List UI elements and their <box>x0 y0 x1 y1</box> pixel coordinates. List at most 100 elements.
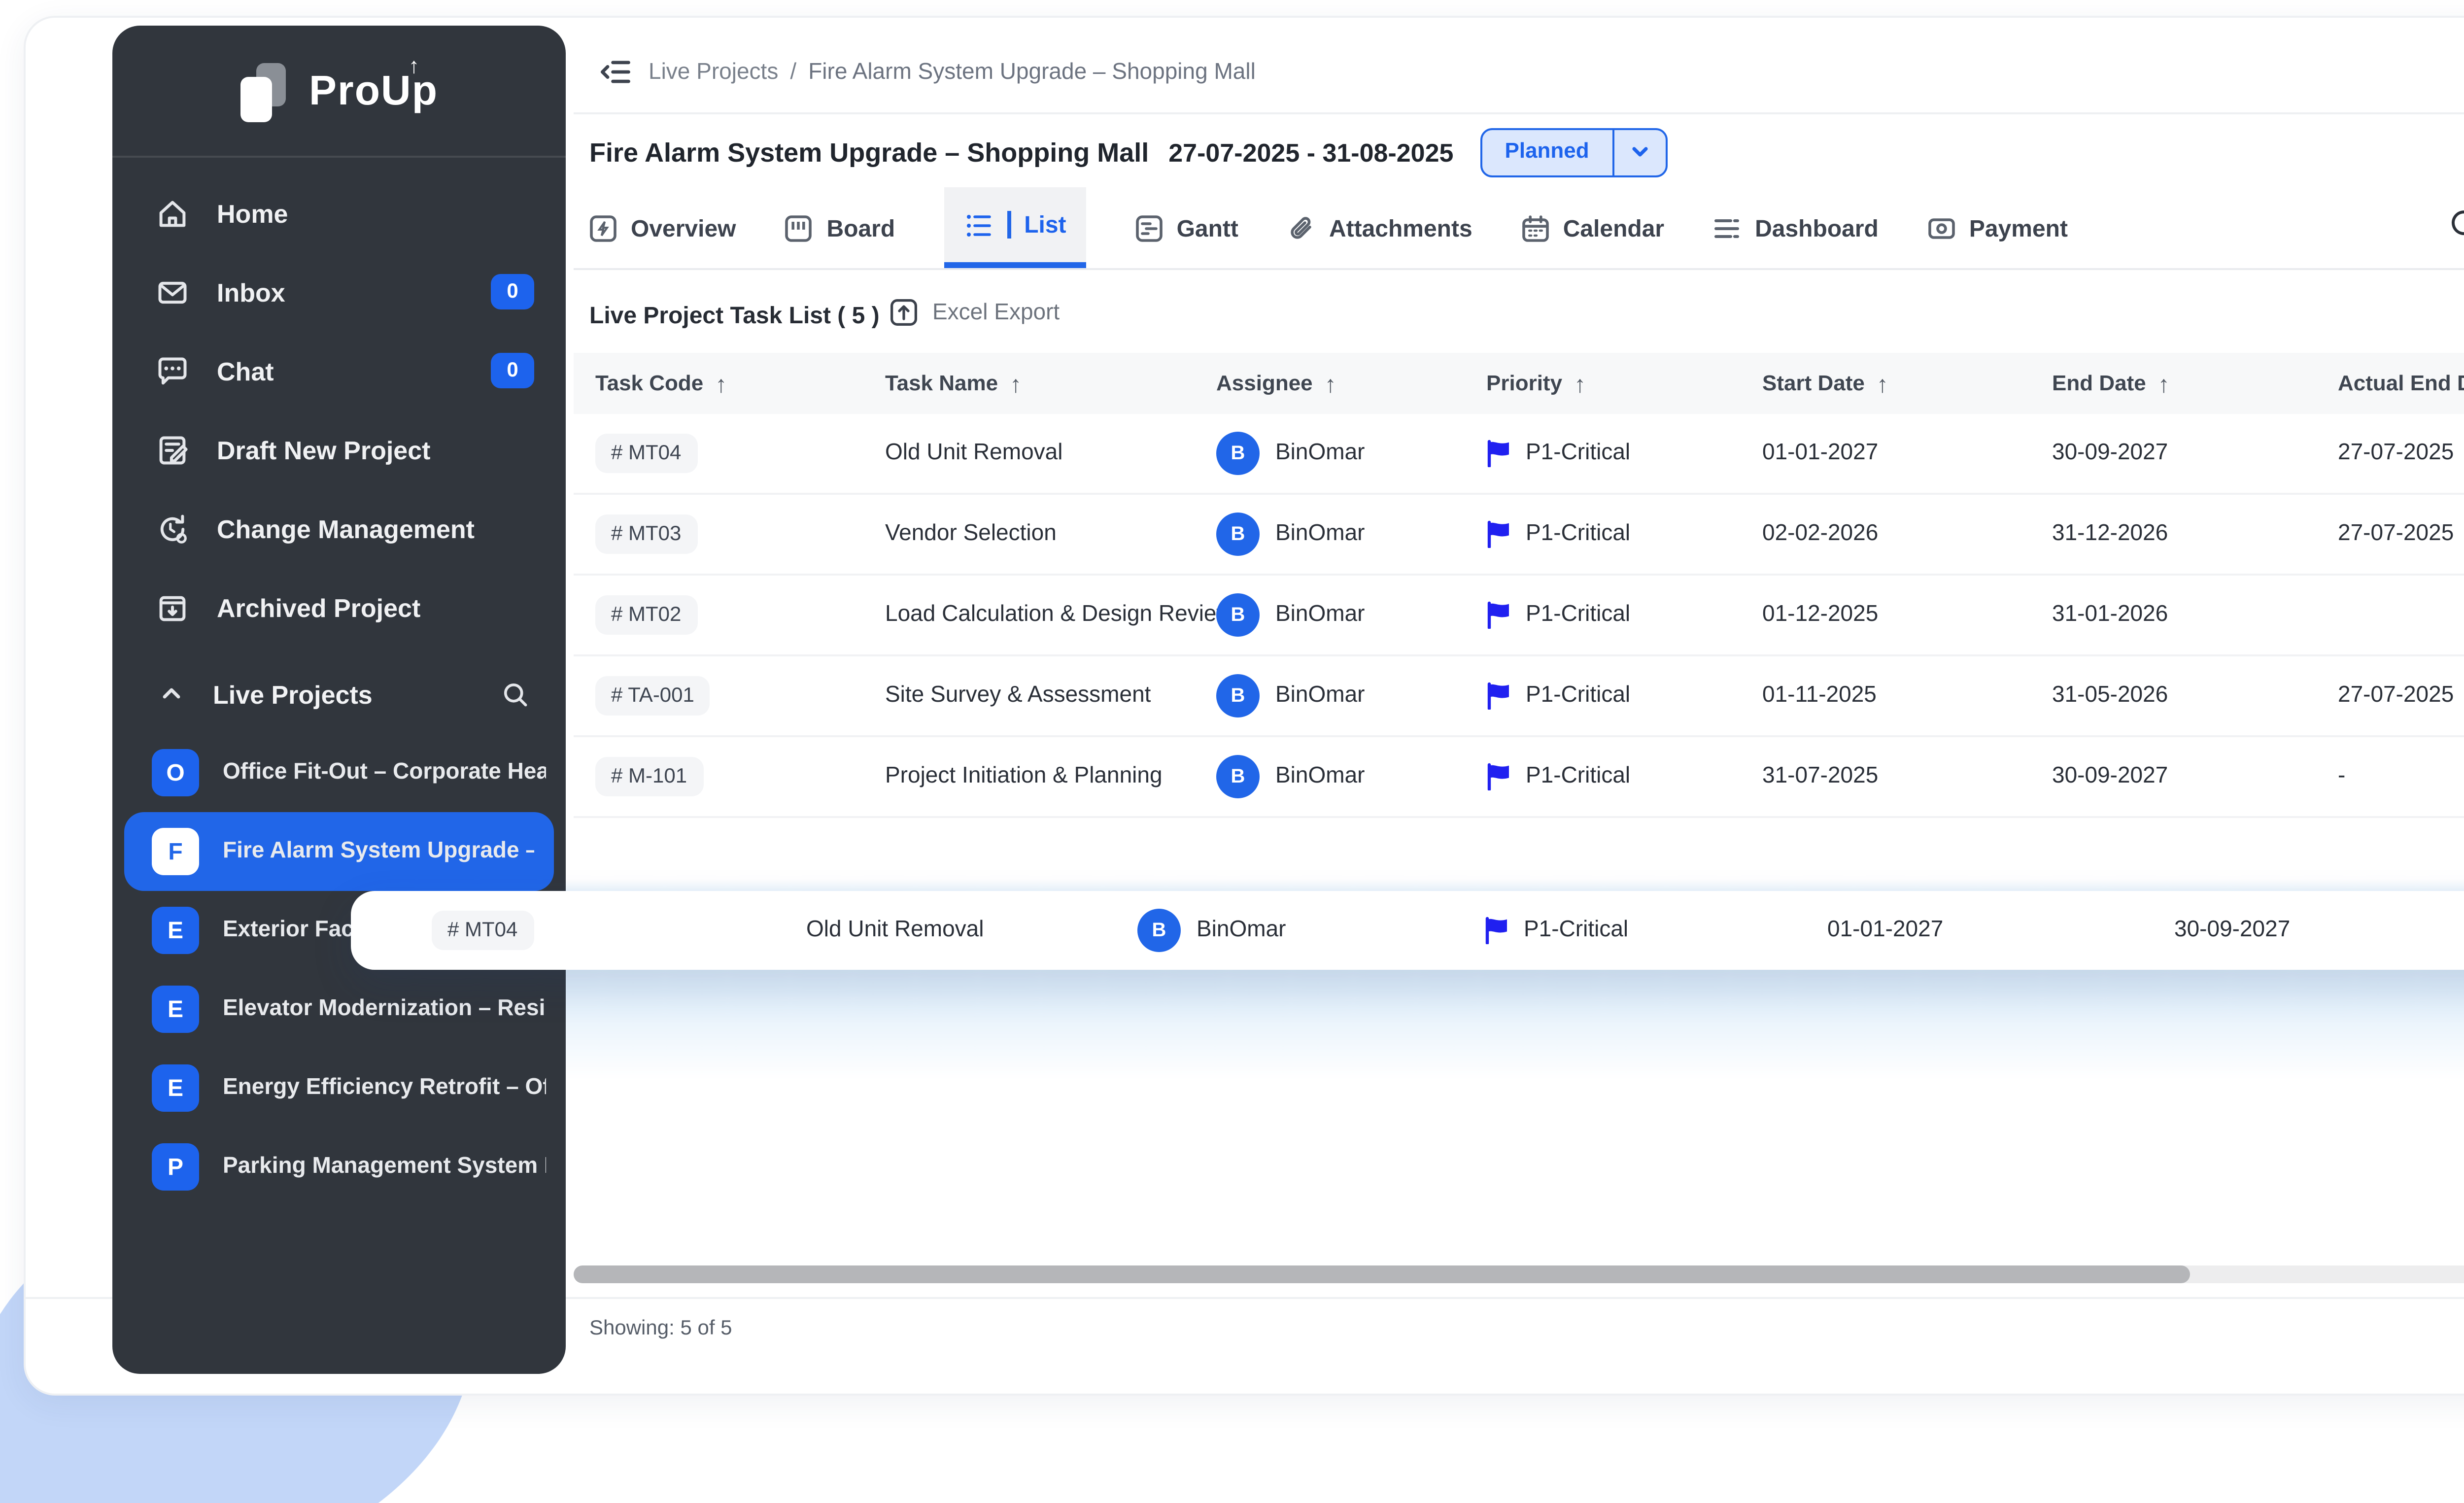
home-icon <box>156 196 189 230</box>
sort-asc-icon: ↑ <box>1877 370 1888 397</box>
column-header-actual-end-date[interactable]: Actual End Date↑ <box>2338 370 2464 397</box>
assignee-avatar: B <box>1216 755 1260 798</box>
table-row[interactable]: # M-101 Project Initiation & Planning BB… <box>574 737 2464 818</box>
tab-dashboard[interactable]: Dashboard <box>1713 187 1879 268</box>
divider <box>574 112 2464 114</box>
app-logo[interactable]: ProUp↑ <box>112 41 566 144</box>
end-date: 30-09-2027 <box>2174 919 2290 942</box>
tab-label: Dashboard <box>1755 214 1879 241</box>
priority-flag-icon <box>1486 601 1512 629</box>
end-date: 31-05-2026 <box>2052 684 2168 708</box>
sidebar-item-label: Archived Project <box>217 592 420 622</box>
assignee-avatar: B <box>1216 593 1260 637</box>
task-code-chip: # MT03 <box>595 514 697 554</box>
assignee-avatar: B <box>1216 674 1260 717</box>
project-item-parking-management[interactable]: P Parking Management System In... <box>112 1127 566 1206</box>
task-name: Old Unit Removal <box>806 919 984 942</box>
column-header-task-name[interactable]: Task Name↑ <box>885 370 1022 397</box>
tab-attachments[interactable]: Attachments <box>1288 187 1472 268</box>
divider <box>574 268 2464 270</box>
divider <box>112 156 566 158</box>
project-item-fire-alarm-selected[interactable]: F Fire Alarm System Upgrade – Sh... <box>124 812 554 891</box>
excel-export-button[interactable]: Excel Export <box>889 298 1060 327</box>
table-row[interactable]: # MT02 Load Calculation & Design Review … <box>574 576 2464 656</box>
tab-label: Board <box>827 214 895 241</box>
column-header-priority[interactable]: Priority↑ <box>1486 370 1586 397</box>
sort-asc-icon: ↑ <box>715 370 727 397</box>
priority-flag-icon <box>1486 763 1512 790</box>
sidebar-item-label: Change Management <box>217 513 475 543</box>
sidebar-item-label: Chat <box>217 356 274 385</box>
tab-label: List <box>1024 211 1066 239</box>
column-header-end-date[interactable]: End Date↑ <box>2052 370 2170 397</box>
payment-icon <box>1928 214 1955 241</box>
sidebar-collapse-icon[interactable] <box>599 55 633 99</box>
project-initial: F <box>152 828 199 875</box>
sidebar-item-home[interactable]: Home <box>112 173 566 252</box>
end-date: 30-09-2027 <box>2052 442 2168 465</box>
assignee-name: BinOmar <box>1275 765 1365 788</box>
task-code-chip: # M-101 <box>595 757 703 796</box>
start-date: 31-07-2025 <box>1762 765 1878 788</box>
tab-gantt[interactable]: Gantt <box>1135 187 1238 268</box>
inbox-count-badge: 0 <box>491 274 534 309</box>
board-icon <box>786 214 813 241</box>
column-header-assignee[interactable]: Assignee↑ <box>1216 370 1336 397</box>
chat-count-badge: 0 <box>491 353 534 388</box>
tab-label: Calendar <box>1563 214 1664 241</box>
breadcrumb: Live Projects / Fire Alarm System Upgrad… <box>649 61 1256 85</box>
sidebar-item-change-management[interactable]: Change Management <box>112 489 566 568</box>
assignee-name: BinOmar <box>1197 919 1286 942</box>
sidebar-item-draft-new-project[interactable]: Draft New Project <box>112 410 566 489</box>
actual-end-date: - <box>2338 765 2345 788</box>
project-initial: E <box>152 1064 199 1112</box>
sort-asc-icon: ↑ <box>2158 370 2170 397</box>
project-initial: O <box>152 749 199 796</box>
tab-calendar[interactable]: Calendar <box>1522 187 1664 268</box>
task-table: # MT04 Old Unit Removal BBinOmar P1-Crit… <box>574 414 2464 818</box>
task-code-chip: # MT04 <box>432 911 533 950</box>
chevron-down-icon <box>1615 142 1667 162</box>
priority-flag-icon <box>1484 917 1510 944</box>
live-projects-label: Live Projects <box>213 679 501 709</box>
column-header-start-date[interactable]: Start Date↑ <box>1762 370 1888 397</box>
end-date: 31-12-2026 <box>2052 522 2168 546</box>
scrollbar-thumb[interactable] <box>574 1265 2190 1283</box>
task-code-chip: # MT02 <box>595 595 697 635</box>
table-row[interactable]: # TA-001 Site Survey & Assessment BBinOm… <box>574 656 2464 737</box>
breadcrumb-root[interactable]: Live Projects <box>649 61 778 85</box>
tab-overview[interactable]: Overview <box>589 187 736 268</box>
change-management-icon <box>156 512 189 545</box>
assignee-name: BinOmar <box>1275 603 1365 627</box>
dragged-row-ghost[interactable]: # MT04 Old Unit Removal BBinOmar P1-Crit… <box>351 891 2464 970</box>
live-projects-header[interactable]: Live Projects <box>112 654 566 733</box>
project-item-office-fit-out[interactable]: O Office Fit-Out – Corporate Head... <box>112 733 566 812</box>
column-header-task-code[interactable]: Task Code↑ <box>595 370 727 397</box>
priority-label: P1-Critical <box>1526 522 1630 546</box>
dashboard-icon <box>1713 214 1741 241</box>
sidebar-item-inbox[interactable]: Inbox 0 <box>112 252 566 331</box>
priority-label: P1-Critical <box>1526 765 1630 788</box>
overview-icon <box>589 214 617 241</box>
table-row[interactable]: # MT04 Old Unit Removal BBinOmar P1-Crit… <box>574 414 2464 495</box>
sidebar-item-archived-project[interactable]: Archived Project <box>112 568 566 647</box>
refresh-button[interactable] <box>2448 207 2464 248</box>
sidebar-item-chat[interactable]: Chat 0 <box>112 331 566 410</box>
table-row[interactable]: # MT03 Vendor Selection BBinOmar P1-Crit… <box>574 495 2464 576</box>
tab-payment[interactable]: Payment <box>1928 187 2068 268</box>
project-initial: E <box>152 907 199 954</box>
sidebar-item-label: Inbox <box>217 277 285 307</box>
project-title: Fire Alarm System Upgrade – Shopping Mal… <box>589 137 1149 167</box>
tab-list[interactable]: List <box>944 187 1086 268</box>
project-item-energy-efficiency[interactable]: E Energy Efficiency Retrofit – Offic... <box>112 1049 566 1127</box>
tab-board[interactable]: Board <box>786 187 895 268</box>
text-cursor <box>1007 211 1010 239</box>
archive-icon <box>156 590 189 624</box>
project-initial: P <box>152 1143 199 1191</box>
sort-asc-icon: ↑ <box>1325 370 1336 397</box>
sort-asc-icon: ↑ <box>1574 370 1586 397</box>
project-status-select[interactable]: Planned <box>1481 127 1669 176</box>
project-item-elevator-modernization[interactable]: E Elevator Modernization – Reside... <box>112 970 566 1049</box>
project-search-icon[interactable] <box>501 679 530 709</box>
view-tabs: Overview Board List Gantt Attachments <box>589 187 2068 268</box>
